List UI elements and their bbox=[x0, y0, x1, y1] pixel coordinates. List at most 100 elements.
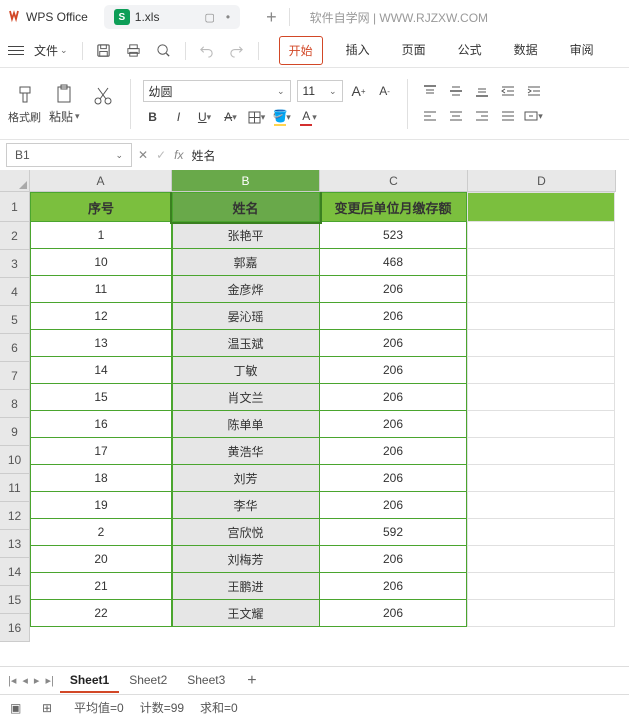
cell[interactable] bbox=[467, 192, 615, 222]
cell[interactable]: 12 bbox=[30, 302, 172, 330]
cell[interactable]: 206 bbox=[319, 383, 467, 411]
cell[interactable] bbox=[467, 410, 615, 438]
undo-icon[interactable] bbox=[194, 38, 220, 64]
cell[interactable]: 19 bbox=[30, 491, 172, 519]
paste-label[interactable]: 粘贴▾ bbox=[49, 108, 80, 125]
underline-button[interactable]: U▾ bbox=[195, 107, 215, 127]
cut-icon[interactable] bbox=[88, 84, 118, 108]
menu-tab-审阅[interactable]: 审阅 bbox=[561, 36, 603, 65]
align-right-icon[interactable] bbox=[472, 106, 492, 126]
cell[interactable]: 宫欣悦 bbox=[172, 518, 320, 546]
cell[interactable]: 肖文兰 bbox=[172, 383, 320, 411]
align-justify-icon[interactable] bbox=[498, 106, 518, 126]
cell[interactable]: 206 bbox=[319, 356, 467, 384]
nav-last-icon[interactable]: ▸| bbox=[45, 674, 53, 687]
cell[interactable]: 20 bbox=[30, 545, 172, 573]
cell[interactable]: 陈单单 bbox=[172, 410, 320, 438]
font-family-select[interactable]: 幼圆⌄ bbox=[143, 80, 291, 102]
nav-first-icon[interactable]: |◂ bbox=[8, 674, 16, 687]
add-sheet-button[interactable]: + bbox=[241, 672, 262, 690]
cell[interactable]: 14 bbox=[30, 356, 172, 384]
row-header[interactable]: 2 bbox=[0, 222, 30, 250]
preview-icon[interactable] bbox=[151, 38, 177, 64]
row-header[interactable]: 12 bbox=[0, 502, 30, 530]
paste-icon[interactable] bbox=[49, 82, 79, 106]
col-header[interactable]: A bbox=[30, 170, 172, 192]
doc-tab[interactable]: S 1.xls ▢ • bbox=[104, 5, 240, 29]
cell[interactable]: 206 bbox=[319, 599, 467, 627]
align-middle-icon[interactable] bbox=[446, 81, 466, 101]
cell[interactable]: 10 bbox=[30, 248, 172, 276]
row-header[interactable]: 16 bbox=[0, 614, 30, 642]
cell[interactable]: 郭嘉 bbox=[172, 248, 320, 276]
row-header[interactable]: 4 bbox=[0, 278, 30, 306]
cell[interactable] bbox=[467, 329, 615, 357]
cell[interactable] bbox=[467, 275, 615, 303]
col-header[interactable]: C bbox=[320, 170, 468, 192]
cell[interactable]: 丁敏 bbox=[172, 356, 320, 384]
cell[interactable]: 22 bbox=[30, 599, 172, 627]
align-bottom-icon[interactable] bbox=[472, 81, 492, 101]
menu-tab-开始[interactable]: 开始 bbox=[279, 36, 323, 65]
cell[interactable] bbox=[467, 545, 615, 573]
cell[interactable]: 21 bbox=[30, 572, 172, 600]
align-top-icon[interactable] bbox=[420, 81, 440, 101]
nav-prev-icon[interactable]: ◂ bbox=[22, 674, 28, 687]
cell[interactable]: 523 bbox=[319, 221, 467, 249]
row-header[interactable]: 13 bbox=[0, 530, 30, 558]
row-header[interactable]: 10 bbox=[0, 446, 30, 474]
cell[interactable] bbox=[467, 491, 615, 519]
bold-button[interactable]: B bbox=[143, 107, 163, 127]
cell[interactable] bbox=[467, 356, 615, 384]
sheet-tab[interactable]: Sheet3 bbox=[177, 669, 235, 693]
confirm-icon[interactable]: ✓ bbox=[156, 148, 166, 162]
brush-label[interactable]: 格式刷 bbox=[8, 109, 41, 125]
cell[interactable]: 206 bbox=[319, 275, 467, 303]
italic-button[interactable]: I bbox=[169, 107, 189, 127]
row-header[interactable]: 5 bbox=[0, 306, 30, 334]
cell[interactable]: 1 bbox=[30, 221, 172, 249]
cell[interactable]: 姓名 bbox=[172, 192, 320, 222]
cell[interactable]: 206 bbox=[319, 302, 467, 330]
fx-icon[interactable]: fx bbox=[174, 148, 183, 162]
cell[interactable]: 16 bbox=[30, 410, 172, 438]
cell[interactable] bbox=[467, 599, 615, 627]
cell[interactable]: 11 bbox=[30, 275, 172, 303]
cell[interactable]: 黄浩华 bbox=[172, 437, 320, 465]
cell[interactable]: 李华 bbox=[172, 491, 320, 519]
menu-tab-插入[interactable]: 插入 bbox=[337, 36, 379, 65]
decrease-font-icon[interactable]: A- bbox=[375, 81, 395, 101]
cell[interactable]: 张艳平 bbox=[172, 221, 320, 249]
menu-tab-公式[interactable]: 公式 bbox=[449, 36, 491, 65]
cell[interactable]: 2 bbox=[30, 518, 172, 546]
cell[interactable]: 金彦烨 bbox=[172, 275, 320, 303]
hamburger-icon[interactable] bbox=[8, 43, 24, 58]
nav-next-icon[interactable]: ▸ bbox=[34, 674, 40, 687]
sheet-tab[interactable]: Sheet1 bbox=[60, 669, 119, 693]
font-color-button[interactable]: A▾ bbox=[299, 107, 319, 127]
cell[interactable]: 592 bbox=[319, 518, 467, 546]
cell[interactable] bbox=[467, 518, 615, 546]
file-menu[interactable]: 文件⌄ bbox=[28, 39, 74, 62]
cell[interactable]: 206 bbox=[319, 437, 467, 465]
row-header[interactable]: 7 bbox=[0, 362, 30, 390]
tab-menu-icon[interactable]: • bbox=[226, 10, 230, 24]
cell[interactable]: 晏沁瑶 bbox=[172, 302, 320, 330]
row-header[interactable]: 15 bbox=[0, 586, 30, 614]
cell[interactable] bbox=[467, 572, 615, 600]
col-header[interactable]: B bbox=[172, 170, 320, 192]
row-header[interactable]: 1 bbox=[0, 192, 30, 222]
increase-font-icon[interactable]: A+ bbox=[349, 81, 369, 101]
align-center-icon[interactable] bbox=[446, 106, 466, 126]
cancel-icon[interactable]: ✕ bbox=[138, 148, 148, 162]
cell[interactable]: 13 bbox=[30, 329, 172, 357]
cell[interactable] bbox=[467, 437, 615, 465]
cell[interactable]: 温玉斌 bbox=[172, 329, 320, 357]
strike-button[interactable]: A▾ bbox=[221, 107, 241, 127]
cell[interactable]: 206 bbox=[319, 545, 467, 573]
row-header[interactable]: 8 bbox=[0, 390, 30, 418]
col-header[interactable]: D bbox=[468, 170, 616, 192]
print-icon[interactable] bbox=[121, 38, 147, 64]
cell[interactable]: 206 bbox=[319, 329, 467, 357]
row-header[interactable]: 9 bbox=[0, 418, 30, 446]
